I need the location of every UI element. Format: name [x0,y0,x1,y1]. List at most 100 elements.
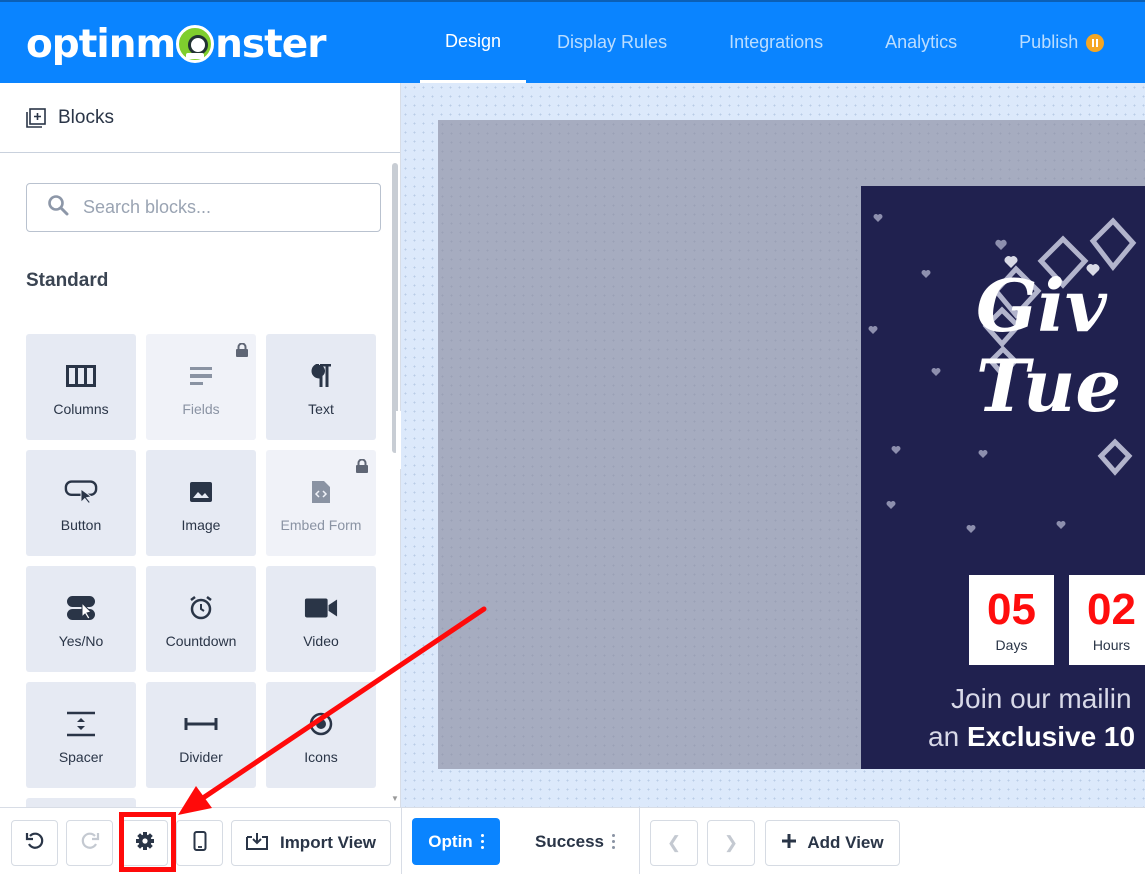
section-title-standard: Standard [26,270,109,291]
block-label: Yes/No [58,633,104,649]
top-bar: optinm nster Design Display Rules Integr… [0,0,1145,83]
pause-icon [1086,33,1105,52]
tab-integrations[interactable]: Integrations [698,2,854,83]
next-view-button[interactable]: ❯ [707,820,755,866]
tab-label: Integrations [729,32,824,52]
add-view-label: Add View [807,833,884,852]
image-icon [184,475,218,509]
block-video[interactable]: Video [266,566,376,672]
block-fields[interactable]: Fields [146,334,256,440]
block-label: Video [303,633,339,649]
lock-icon [355,458,369,473]
main-nav: Design Display Rules Integrations Analyt… [420,2,1135,83]
tab-analytics[interactable]: Analytics [854,2,988,83]
fields-icon [184,359,218,393]
tab-label: Publish [1019,32,1079,52]
countdown-hours: 02 Hours [1069,575,1145,665]
block-label: Columns [53,401,109,417]
block-text[interactable]: Text [266,334,376,440]
popup-body-line-2: an Exclusive 10 [928,721,1135,753]
mobile-preview-button[interactable] [176,820,223,866]
video-camera-icon [304,591,338,625]
sidebar-header: Blocks [0,83,400,153]
more-options-icon[interactable] [612,834,615,849]
chevron-right-icon: ❯ [723,833,739,852]
countdown-days-label: Days [995,637,1028,653]
popup-headline: Giv Tue [976,266,1121,426]
logo-text-right: nster [215,21,326,67]
block-button[interactable]: Button [26,450,136,556]
countdown-days: 05 Days [969,575,1054,665]
undo-button[interactable] [11,820,58,866]
paragraph-icon [304,359,338,393]
tab-publish[interactable]: Publish [988,2,1135,83]
tab-design[interactable]: Design [420,2,527,83]
import-icon [245,832,268,855]
block-label: Countdown [165,633,237,649]
block-label: Embed Form [280,517,362,533]
block-spacer[interactable]: Spacer [26,682,136,788]
tab-label: Display Rules [557,32,668,52]
view-tab-optin[interactable]: Optin [412,818,500,865]
countdown-hours-value: 02 [1087,585,1136,634]
add-block-icon [26,107,46,128]
sidebar-title: Blocks [58,106,114,128]
undo-icon [25,831,45,856]
alarm-clock-icon [184,591,218,625]
headline-line-2: Tue [976,343,1122,428]
countdown-days-value: 05 [987,585,1036,634]
toolbar-divider [401,808,402,874]
block-image[interactable]: Image [146,450,256,556]
yes-no-icon [64,591,98,625]
view-tab-label: Optin [428,831,473,851]
settings-highlight-box [119,812,176,872]
import-view-label: Import View [279,833,377,852]
search-blocks-field[interactable] [26,183,381,232]
search-icon [47,194,69,221]
body-bold: Exclusive 10 [966,721,1136,752]
block-yes-no[interactable]: Yes/No [26,566,136,672]
tab-display-rules[interactable]: Display Rules [526,2,698,83]
view-tab-success[interactable]: Success [535,818,615,865]
plus-icon [781,833,797,854]
countdown-hours-label: Hours [1092,637,1131,653]
import-view-button[interactable]: Import View [231,820,391,866]
lock-icon [235,342,249,357]
block-icons[interactable]: Icons [266,682,376,788]
spacer-icon [64,707,98,741]
toolbar-divider [639,808,640,874]
chevron-left-icon: ❮ [666,833,682,852]
previous-view-button[interactable]: ❮ [650,820,698,866]
columns-icon [64,359,98,393]
target-icon [304,707,338,741]
add-view-button[interactable]: Add View [765,820,900,866]
monster-mascot-icon [176,25,215,63]
tab-label: Design [445,30,502,51]
sidebar-scrollbar[interactable] [392,163,398,453]
block-label: Icons [304,749,338,765]
block-countdown[interactable]: Countdown [146,566,256,672]
block-embed-form[interactable]: Embed Form [266,450,376,556]
button-icon [64,475,98,509]
tab-label: Analytics [885,32,958,52]
logo-text-left: optinm [26,21,176,67]
embed-form-icon [304,475,338,509]
view-tab-label: Success [535,831,604,851]
headline-line-1: Giv [976,263,1107,348]
block-divider[interactable]: Divider [146,682,256,788]
blocks-sidebar: Blocks Standard ▼ Columns Fields Text Bu… [0,83,401,808]
block-label: Image [181,517,221,533]
more-options-icon[interactable] [480,834,484,849]
block-label: Divider [179,749,223,765]
scroll-down-arrow[interactable]: ▼ [391,794,399,803]
body-prefix: an [928,721,967,752]
divider-icon [184,707,218,741]
blocks-grid: Columns Fields Text Button Image Embed F… [26,334,378,788]
block-label: Spacer [58,749,104,765]
campaign-popup[interactable]: Giv Tue 05 Days 02 Hours Join our mailin… [861,186,1145,769]
optinmonster-logo[interactable]: optinm nster [26,21,326,67]
block-columns[interactable]: Columns [26,334,136,440]
redo-button[interactable] [66,820,113,866]
search-input[interactable] [83,197,373,218]
block-label: Button [60,517,102,533]
